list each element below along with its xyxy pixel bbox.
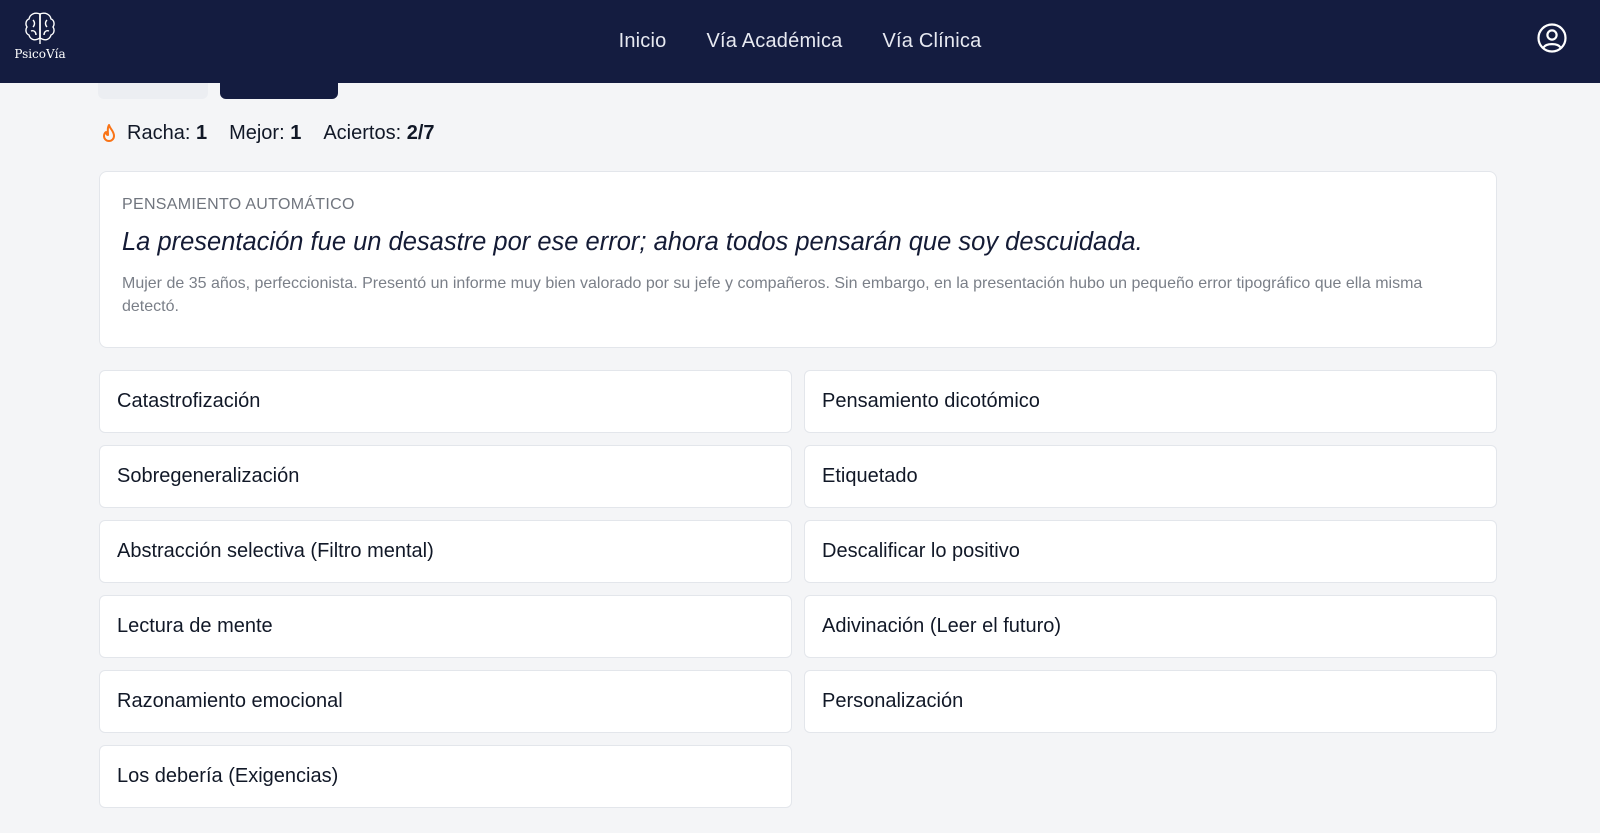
streak-label: Racha: — [127, 122, 191, 144]
option-catastrofizacion[interactable]: Catastrofización — [99, 370, 792, 433]
option-razonamiento-emocional[interactable]: Razonamiento emocional — [99, 670, 792, 733]
automatic-thought: La presentación fue un desastre por ese … — [122, 228, 1143, 256]
top-header: PsicoVía Inicio Vía Académica Vía Clínic… — [0, 0, 1600, 83]
best-label: Mejor: — [229, 122, 285, 144]
hits-value: 2/7 — [406, 122, 435, 144]
option-adivinacion[interactable]: Adivinación (Leer el futuro) — [804, 595, 1497, 658]
thought-card: Pensamiento automático La presentación f… — [99, 171, 1497, 348]
best-value: 1 — [290, 122, 302, 144]
flame-icon — [103, 123, 115, 142]
option-descalificar-positivo[interactable]: Descalificar lo positivo — [804, 520, 1497, 583]
nav-via-academica[interactable]: Vía Académica — [706, 30, 842, 53]
option-personalizacion[interactable]: Personalización — [804, 670, 1497, 733]
hits-label: Aciertos: — [323, 122, 402, 144]
option-abstraccion-selectiva[interactable]: Abstracción selectiva (Filtro mental) — [99, 520, 792, 583]
option-etiquetado[interactable]: Etiquetado — [804, 445, 1497, 508]
option-los-deberia[interactable]: Los debería (Exigencias) — [99, 745, 792, 808]
option-lectura-de-mente[interactable]: Lectura de mente — [99, 595, 792, 658]
card-label: Pensamiento automático — [122, 196, 355, 213]
hits-stat: Aciertos: 2/7 — [323, 122, 434, 145]
case-description: Mujer de 35 años, perfeccionista. Presen… — [122, 275, 1423, 315]
stats-bar: Racha: 1 Mejor: 1 Aciertos: 2/7 — [99, 122, 457, 145]
streak-value: 1 — [195, 122, 208, 144]
option-pensamiento-dicotomico[interactable]: Pensamiento dicotómico — [804, 370, 1497, 433]
best-stat: Mejor: 1 — [229, 122, 301, 145]
options-grid: Catastrofización Pensamiento dicotómico … — [99, 370, 1497, 808]
main-nav: Inicio Vía Académica Vía Clínica — [0, 0, 1600, 83]
nav-via-clinica[interactable]: Vía Clínica — [882, 30, 981, 53]
option-sobregeneralizacion[interactable]: Sobregeneralización — [99, 445, 792, 508]
nav-inicio[interactable]: Inicio — [619, 30, 667, 53]
streak-stat: Racha: 1 — [127, 122, 207, 145]
user-circle-icon[interactable] — [1536, 22, 1568, 54]
